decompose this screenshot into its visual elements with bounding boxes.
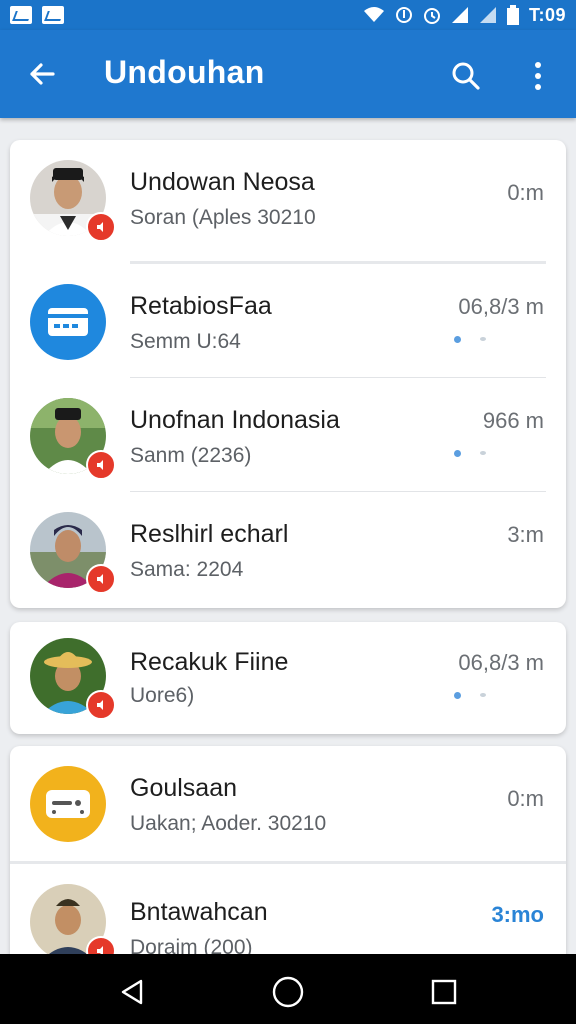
chat-row[interactable]: Unofnan Indonasia Sanm (2236) 966 m <box>10 378 566 492</box>
status-left <box>10 6 64 24</box>
chat-row[interactable]: Recakuk Fiine Uore6) 06,8/3 m <box>10 622 566 734</box>
avatar <box>30 884 116 966</box>
nav-home-icon <box>272 976 304 1008</box>
search-icon <box>452 62 480 90</box>
chat-name: Bntawahcan <box>130 898 268 926</box>
chat-subtitle: Uakan; Aoder. 30210 <box>130 812 327 835</box>
nav-recents-icon <box>431 979 457 1005</box>
badge <box>86 450 116 480</box>
nav-home-button[interactable] <box>268 972 308 1012</box>
signal-icon <box>479 6 497 24</box>
chat-time: 0:m <box>507 786 544 811</box>
chat-group-card: Undowan Neosa Soran (Aples 30210 0:m Ret… <box>10 140 566 608</box>
chat-time: 3:m <box>507 522 544 547</box>
status-dots <box>454 336 486 344</box>
chat-time: 06,8/3 m <box>458 294 544 319</box>
badge <box>86 690 116 720</box>
chat-name: RetabiosFaa <box>130 292 272 320</box>
app-bar: Undouhan <box>0 30 576 118</box>
status-dots <box>454 450 486 458</box>
status-time: T:09 <box>528 4 566 25</box>
data-saver-icon <box>395 6 413 24</box>
avatar <box>30 160 116 242</box>
chat-time: 06,8/3 m <box>458 650 544 675</box>
badge <box>86 212 116 242</box>
chat-row[interactable]: Reslhirl echarl Sama: 2204 3:m <box>10 492 566 606</box>
gallery-notification-icon <box>42 6 64 24</box>
avatar <box>30 284 106 360</box>
nav-back-button[interactable] <box>112 972 152 1012</box>
chat-name: Undowan Neosa <box>130 168 315 196</box>
chat-time: 966 m <box>482 408 544 433</box>
status-bar: T:09 <box>0 0 576 30</box>
more-options-button[interactable] <box>522 56 554 96</box>
chat-row[interactable]: RetabiosFaa Semm U:64 06,8/3 m <box>10 264 566 378</box>
nav-recents-button[interactable] <box>424 972 464 1012</box>
chat-subtitle: Sanm (2236) <box>130 444 252 467</box>
chat-group-card: Goulsaan Uakan; Aoder. 30210 0:m Bntawah… <box>10 746 566 986</box>
status-dots <box>454 692 486 700</box>
chat-name: Goulsaan <box>130 774 238 802</box>
avatar <box>30 512 116 594</box>
avatar <box>30 398 116 480</box>
chat-time: 0:m <box>507 180 544 205</box>
muted-icon <box>97 222 103 232</box>
chat-time: 3:mo <box>491 902 544 927</box>
chat-row[interactable]: Goulsaan Uakan; Aoder. 30210 0:m <box>10 746 566 864</box>
chat-name: Unofnan Indonasia <box>130 406 340 434</box>
page-title: Undouhan <box>104 54 265 90</box>
navigation-bar <box>0 954 576 1024</box>
search-button[interactable] <box>446 56 486 96</box>
chat-row[interactable]: Undowan Neosa Soran (Aples 30210 0:m <box>10 140 566 264</box>
muted-icon <box>97 700 103 710</box>
chat-name: Reslhirl echarl <box>130 520 289 548</box>
chat-subtitle: Sama: 2204 <box>130 558 244 581</box>
nav-back-icon <box>121 979 143 1005</box>
alarm-icon <box>423 6 441 24</box>
chat-subtitle: Semm U:64 <box>130 330 241 353</box>
image-notification-icon <box>10 6 32 24</box>
back-button[interactable] <box>24 56 60 92</box>
avatar <box>30 766 106 842</box>
chat-name: Recakuk Fiine <box>130 648 289 676</box>
chat-subtitle: Uore6) <box>130 684 195 707</box>
chat-subtitle: Soran (Aples 30210 <box>130 206 316 229</box>
signal-icon <box>451 6 469 24</box>
badge <box>86 564 116 594</box>
muted-icon <box>97 460 103 470</box>
avatar <box>30 638 116 720</box>
wifi-icon <box>363 6 385 24</box>
status-right: T:09 <box>363 5 566 26</box>
chat-group-card: Recakuk Fiine Uore6) 06,8/3 m <box>10 622 566 734</box>
muted-icon <box>97 574 103 584</box>
more-vert-icon <box>535 62 541 90</box>
arrow-back-icon <box>30 63 55 85</box>
battery-icon <box>506 5 519 25</box>
